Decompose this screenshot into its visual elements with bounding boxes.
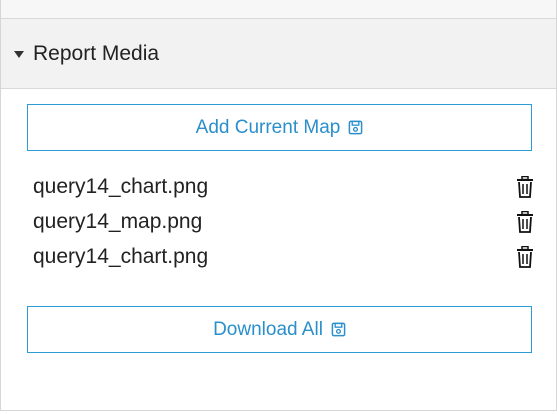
previous-section-bottom — [1, 0, 556, 19]
download-all-button[interactable]: Download All — [27, 306, 532, 353]
list-item: query14_chart.png — [27, 169, 534, 204]
trash-icon[interactable] — [516, 175, 534, 198]
trash-icon[interactable] — [516, 210, 534, 233]
media-file-list: query14_chart.png query14_map.png query1… — [27, 169, 534, 274]
save-icon — [349, 120, 363, 135]
add-current-map-label: Add Current Map — [195, 116, 341, 138]
file-name: query14_map.png — [33, 209, 203, 233]
section-header-report-media[interactable]: Report Media — [1, 19, 556, 89]
download-wrap: Download All — [27, 306, 532, 353]
report-media-panel: Report Media Add Current Map query14_cha… — [0, 0, 557, 411]
list-item: query14_map.png — [27, 204, 534, 239]
save-icon — [331, 322, 346, 337]
add-current-map-button[interactable]: Add Current Map — [27, 104, 532, 151]
file-name: query14_chart.png — [33, 244, 209, 268]
section-title: Report Media — [33, 41, 160, 65]
section-content: Add Current Map query14_chart.png query1… — [1, 89, 556, 353]
list-item: query14_chart.png — [27, 239, 534, 274]
trash-icon[interactable] — [516, 245, 534, 268]
download-all-label: Download All — [213, 318, 323, 340]
caret-down-icon[interactable] — [14, 50, 24, 58]
file-name: query14_chart.png — [33, 174, 209, 198]
